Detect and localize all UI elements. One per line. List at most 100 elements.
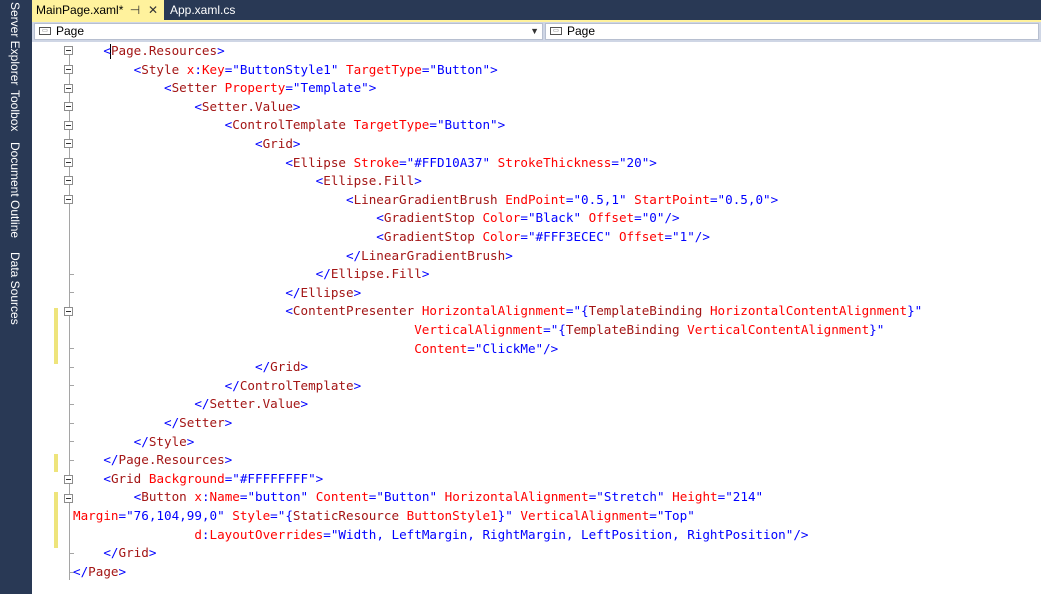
code-token: </: [103, 545, 119, 561]
code-token: >: [224, 415, 233, 430]
code-line: <Setter.Value>: [73, 98, 300, 117]
code-token: :: [201, 489, 210, 505]
code-token: Color: [474, 229, 521, 244]
code-token: }": [497, 508, 513, 523]
collapse-icon[interactable]: [64, 102, 73, 111]
collapse-icon[interactable]: [64, 84, 73, 93]
code-token: ="20">: [611, 154, 657, 170]
code-token: ="Stretch": [588, 489, 665, 505]
code-token: Setter: [179, 415, 225, 430]
change-marker: [54, 492, 58, 548]
tool-window-strip: Server Explorer Toolbox Document Outline…: [0, 0, 32, 594]
code-token: ControlTemplate: [232, 117, 346, 133]
collapse-icon[interactable]: [64, 307, 73, 316]
collapse-icon[interactable]: [64, 494, 73, 503]
code-token: GradientStop: [383, 229, 475, 244]
code-line: </Page.Resources>: [73, 451, 232, 470]
code-token: Ellipse.Fill: [323, 173, 415, 189]
code-line: <LinearGradientBrush EndPoint="0.5,1" St…: [73, 191, 778, 210]
code-token: Ellipse: [300, 284, 354, 300]
collapse-icon[interactable]: [64, 158, 73, 167]
collapse-icon[interactable]: [64, 65, 73, 74]
data-sources-tab[interactable]: Data Sources: [4, 252, 26, 325]
code-area[interactable]: <Page.Resources> <Style x:Key="ButtonSty…: [73, 42, 1038, 594]
code-token: Ellipse: [292, 154, 346, 170]
document-tab-well: MainPage.xaml* ⊣ ✕ App.xaml.cs: [32, 0, 1041, 22]
code-token: Grid: [262, 136, 293, 151]
code-token: ="Button": [368, 489, 438, 505]
collapse-icon[interactable]: [64, 195, 73, 204]
code-line: <ControlTemplate TargetType="Button">: [73, 116, 506, 135]
code-token: >: [300, 359, 309, 375]
code-token: ="0"/>: [634, 210, 680, 226]
code-token: LinearGradientBrush: [353, 191, 498, 207]
code-line: <Ellipse Stroke="#FFD10A37" StrokeThickn…: [73, 154, 657, 173]
code-token: <: [194, 98, 202, 114]
code-line: <Grid Background="#FFFFFFFF">: [73, 470, 323, 489]
code-token: ="#FFF3ECEC": [520, 229, 612, 244]
tab-app-xaml-cs[interactable]: App.xaml.cs: [166, 0, 262, 20]
code-line: <Setter Property="Template">: [73, 79, 376, 98]
code-token: TargetType: [338, 61, 422, 77]
type-selector-combo[interactable]: ▭ Page ▼: [34, 23, 543, 40]
code-token: Grid: [118, 545, 149, 561]
code-token: >: [505, 247, 513, 263]
document-outline-tab[interactable]: Document Outline: [4, 142, 26, 242]
code-token: Height: [664, 489, 718, 505]
code-token: </: [345, 247, 362, 263]
tab-mainpage-xaml[interactable]: MainPage.xaml* ⊣ ✕: [32, 0, 164, 20]
code-token: HorizontalAlignment: [414, 303, 566, 319]
code-line: Content="ClickMe"/>: [73, 340, 558, 359]
collapse-icon[interactable]: [64, 121, 73, 130]
code-token: >: [118, 563, 127, 579]
xaml-element-icon: ▭: [550, 27, 562, 35]
code-token: ="ClickMe"/>: [467, 340, 559, 356]
code-token: Page.Resources: [110, 43, 218, 58]
code-token: Page.Resources: [118, 452, 225, 468]
code-line: <GradientStop Color="Black" Offset="0"/>: [73, 209, 680, 228]
code-token: x: [186, 489, 202, 505]
code-token: Grid: [270, 359, 301, 375]
member-selector-combo[interactable]: ▭ Page: [545, 23, 1039, 40]
code-line: <Ellipse.Fill>: [73, 172, 422, 191]
code-line: </Grid>: [73, 544, 156, 563]
code-token: Key: [201, 61, 225, 77]
toolbox-tab[interactable]: Toolbox: [4, 90, 26, 134]
code-token: Margin: [73, 508, 119, 523]
code-token: </: [224, 377, 240, 393]
code-token: Page: [88, 563, 119, 579]
code-token: <: [345, 191, 354, 207]
code-line: <Grid>: [73, 135, 301, 154]
code-token: ="0.5,1": [565, 191, 627, 207]
code-token: ="214": [717, 489, 764, 505]
code-editor[interactable]: <Page.Resources> <Style x:Key="ButtonSty…: [32, 42, 1041, 594]
close-icon[interactable]: ✕: [146, 0, 160, 20]
code-line: <Page.Resources>: [73, 42, 224, 61]
code-token: TemplateBinding: [565, 322, 680, 337]
server-explorer-tab[interactable]: Server Explorer: [4, 2, 26, 85]
combo-value: Page: [56, 24, 85, 38]
code-token: Stroke: [345, 154, 400, 170]
collapse-icon[interactable]: [64, 139, 73, 148]
collapse-icon[interactable]: [64, 475, 73, 484]
code-token: ="Button">: [421, 61, 498, 77]
code-token: Property: [217, 80, 286, 96]
collapse-icon[interactable]: [64, 176, 73, 185]
pin-icon[interactable]: ⊣: [128, 0, 142, 20]
code-token: Button: [141, 489, 187, 505]
navigation-bar: ▭ Page ▼ ▭ Page: [32, 22, 1041, 42]
code-token: Offset: [581, 210, 635, 226]
code-token: ="Top": [649, 508, 695, 523]
chevron-down-icon[interactable]: ▼: [530, 24, 539, 39]
code-token: Setter.Value: [201, 98, 293, 114]
collapse-icon[interactable]: [64, 46, 73, 55]
